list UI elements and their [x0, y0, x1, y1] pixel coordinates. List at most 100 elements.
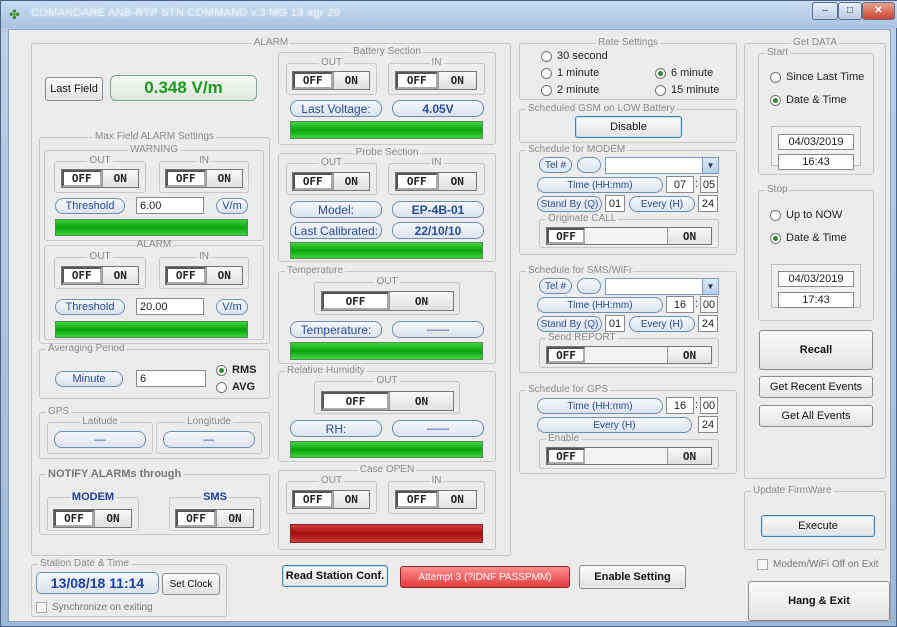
alarm-in-switch[interactable]: OFF ON	[165, 266, 243, 285]
up-to-now-radio[interactable]: Up to NOW	[770, 209, 842, 221]
sms-time-button[interactable]: Time (HH:mm)	[537, 297, 663, 313]
sms-standby-input[interactable]: 01	[605, 315, 625, 332]
since-last-time-radio[interactable]: Since Last Time	[770, 71, 864, 83]
set-clock-button[interactable]: Set Clock	[162, 573, 220, 595]
modem-standby-input[interactable]: 01	[605, 195, 625, 212]
off-option[interactable]: OFF	[166, 170, 206, 187]
rate-2m-radio[interactable]: 2 minute	[541, 84, 599, 96]
enable-setting-button[interactable]: Enable Setting	[579, 565, 686, 589]
alarm-threshold-button[interactable]: Threshold	[55, 299, 125, 315]
last-voltage-button[interactable]: Last Voltage:	[290, 100, 382, 117]
avg-radio[interactable]: AVG	[216, 381, 255, 393]
rate-6m-radio[interactable]: 6 minute	[655, 67, 713, 79]
on-option[interactable]: ON	[389, 292, 453, 310]
rate-15m-radio[interactable]: 15 minute	[655, 84, 719, 96]
on-option[interactable]: ON	[667, 448, 711, 464]
sms-standby-button[interactable]: Stand By (Q)	[537, 316, 602, 332]
probe-in-switch[interactable]: OFF ON	[395, 172, 477, 191]
off-option[interactable]: OFF	[62, 170, 102, 187]
case-in-switch[interactable]: OFF ON	[395, 490, 477, 509]
sms-tel-small[interactable]	[577, 278, 601, 294]
on-option[interactable]: ON	[205, 267, 242, 284]
chevron-down-icon[interactable]: ▼	[702, 279, 718, 294]
modem-every-button[interactable]: Every (H)	[629, 196, 695, 212]
on-option[interactable]: ON	[667, 347, 711, 363]
on-option[interactable]: ON	[437, 173, 476, 190]
modem-time-button[interactable]: Time (HH:mm)	[537, 177, 663, 193]
probe-out-switch[interactable]: OFF ON	[292, 172, 370, 191]
warning-in-switch[interactable]: OFF ON	[165, 169, 243, 188]
sms-mm-input[interactable]: 00	[700, 296, 718, 313]
send-report-switch[interactable]: OFF ON	[546, 346, 712, 364]
off-option[interactable]: OFF	[166, 267, 206, 284]
originate-call-switch[interactable]: OFF ON	[546, 227, 712, 245]
off-option[interactable]: OFF	[396, 72, 438, 89]
read-station-conf-button[interactable]: Read Station Conf.	[282, 565, 388, 587]
close-button[interactable]: ✕	[862, 2, 895, 20]
sms-every-input[interactable]: 24	[698, 315, 718, 332]
off-option[interactable]: OFF	[322, 392, 389, 410]
last-field-button[interactable]: Last Field	[45, 77, 103, 101]
on-option[interactable]: ON	[332, 491, 369, 508]
battery-out-switch[interactable]: OFF ON	[292, 71, 370, 90]
get-recent-events-button[interactable]: Get Recent Events	[759, 376, 873, 398]
rms-radio[interactable]: RMS	[216, 364, 256, 376]
off-option[interactable]: OFF	[322, 292, 389, 310]
modem-standby-button[interactable]: Stand By (Q)	[537, 196, 602, 212]
on-option[interactable]: ON	[101, 267, 138, 284]
on-option[interactable]: ON	[94, 510, 131, 527]
hang-and-exit-button[interactable]: Hang & Exit	[748, 581, 890, 621]
modem-tel-combo[interactable]: ▼	[605, 157, 719, 174]
recall-button[interactable]: Recall	[759, 330, 873, 370]
maximize-button[interactable]: □	[838, 2, 862, 20]
execute-button[interactable]: Execute	[761, 515, 875, 537]
averaging-value-input[interactable]: 6	[136, 370, 206, 387]
on-option[interactable]: ON	[389, 392, 453, 410]
gps-every-input[interactable]: 24	[698, 416, 718, 433]
disable-button[interactable]: Disable	[575, 116, 682, 138]
off-option[interactable]: OFF	[396, 491, 438, 508]
start-date-input[interactable]: 04/03/2019	[778, 134, 854, 150]
modem-off-on-exit-checkbox[interactable]: Modem/WiFi Off on Exit	[757, 559, 878, 570]
off-option[interactable]: OFF	[293, 72, 333, 89]
off-option[interactable]: OFF	[62, 267, 102, 284]
off-option[interactable]: OFF	[293, 491, 333, 508]
synchronize-checkbox[interactable]: Synchronize on exiting	[36, 602, 153, 613]
warning-out-switch[interactable]: OFF ON	[61, 169, 139, 188]
modem-every-input[interactable]: 24	[698, 195, 718, 212]
stop-date-input[interactable]: 04/03/2019	[778, 271, 854, 287]
sms-hh-input[interactable]: 16	[666, 296, 694, 313]
warning-threshold-button[interactable]: Threshold	[55, 198, 125, 214]
battery-in-switch[interactable]: OFF ON	[395, 71, 477, 90]
rate-30s-radio[interactable]: 30 second	[541, 50, 608, 62]
notify-sms-switch[interactable]: OFF ON	[175, 509, 254, 528]
modem-tel-small[interactable]	[577, 157, 601, 173]
gps-time-button[interactable]: Time (HH:mm)	[537, 398, 663, 414]
minimize-button[interactable]: ‒	[812, 2, 838, 20]
gps-enable-switch[interactable]: OFF ON	[546, 447, 712, 465]
temperature-out-switch[interactable]: OFF ON	[321, 291, 454, 311]
on-option[interactable]: ON	[332, 173, 369, 190]
case-out-switch[interactable]: OFF ON	[292, 490, 370, 509]
on-option[interactable]: ON	[101, 170, 138, 187]
on-option[interactable]: ON	[332, 72, 369, 89]
off-option[interactable]: OFF	[176, 510, 216, 527]
on-option[interactable]: ON	[437, 72, 476, 89]
off-option[interactable]: OFF	[547, 347, 585, 363]
stop-date-time-radio[interactable]: Date & Time	[770, 232, 847, 244]
alarm-out-switch[interactable]: OFF ON	[61, 266, 139, 285]
get-all-events-button[interactable]: Get All Events	[759, 405, 873, 427]
off-option[interactable]: OFF	[547, 228, 585, 244]
humidity-out-switch[interactable]: OFF ON	[321, 391, 454, 411]
chevron-down-icon[interactable]: ▼	[702, 158, 718, 173]
notify-modem-switch[interactable]: OFF ON	[53, 509, 132, 528]
modem-mm-input[interactable]: 05	[700, 176, 718, 193]
sms-every-button[interactable]: Every (H)	[629, 316, 695, 332]
off-option[interactable]: OFF	[547, 448, 585, 464]
off-option[interactable]: OFF	[396, 173, 438, 190]
on-option[interactable]: ON	[667, 228, 711, 244]
start-time-input[interactable]: 16:43	[778, 154, 854, 170]
gps-mm-input[interactable]: 00	[700, 397, 718, 414]
on-option[interactable]: ON	[216, 510, 253, 527]
warning-threshold-input[interactable]: 6.00	[136, 197, 204, 214]
